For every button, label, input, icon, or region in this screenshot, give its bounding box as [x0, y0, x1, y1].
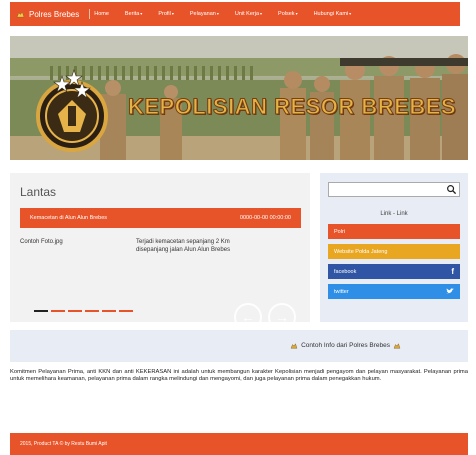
sidebar-link-facebook[interactable]: facebook f [328, 264, 460, 279]
slide-dot[interactable] [102, 310, 116, 312]
brand[interactable]: Polres Brebes [16, 10, 79, 19]
nav-divider [89, 9, 91, 19]
slide-description: Terjadi kemacetan sepanjang 2 Km disepan… [136, 239, 231, 253]
footer-text: 2015, Product TA © by Restu Bumi Apit [20, 441, 107, 447]
chevron-down-icon: ▾ [216, 11, 219, 16]
nav-item-label: Unit Kerja [234, 11, 260, 17]
search-icon[interactable] [446, 184, 457, 195]
sidebar-link-website-polda-jateng[interactable]: Website Polda Jateng [328, 244, 460, 259]
police-emblem-icon [393, 342, 401, 348]
police-emblem-icon [16, 10, 25, 17]
banner-title: KEPOLISIAN RESOR BREBES [127, 94, 457, 120]
footer: 2015, Product TA © by Restu Bumi Apit [10, 433, 468, 455]
page: Polres Brebes Home Berita▾ Profil▾ Pelayana… [0, 0, 476, 455]
arrow-left-icon: ← [241, 309, 255, 325]
slide-header[interactable]: Kemacetan di Alun Alun Brebes 0000-00-00… [20, 208, 301, 228]
sidebar-link-label: facebook [334, 268, 357, 275]
hero-banner: KEPOLISIAN RESOR BREBES [10, 36, 468, 160]
twitter-icon [446, 288, 454, 294]
slide-photo[interactable]: Contoh Foto.jpg [20, 239, 63, 245]
arrow-right-icon: → [275, 309, 289, 325]
sidebar: Link - Link Polri Website Polda Jateng fac… [320, 173, 468, 322]
nav-item-label: Profil [158, 11, 171, 17]
chevron-down-icon: ▾ [260, 11, 263, 16]
chevron-down-icon: ▾ [295, 11, 298, 16]
chevron-down-icon: ▾ [140, 11, 143, 16]
news-slider: Lantas Kemacetan di Alun Alun Brebes 000… [10, 173, 310, 331]
nav-item-profil[interactable]: Profil▾ [158, 11, 174, 17]
commitment-paragraph: Komitmen Pelayanan Prima, anti KKN dan a… [10, 369, 468, 382]
facebook-icon: f [451, 267, 454, 276]
info-content: Contoh Info dari Polres Brebes [287, 342, 404, 349]
nav-item-label: Berita [124, 11, 140, 17]
sidebar-link-label: Polri [334, 228, 346, 235]
slide-date: 0000-00-00 00:00:00 [239, 215, 291, 221]
police-emblem-icon [290, 342, 298, 348]
slide-dot[interactable] [119, 310, 133, 312]
chevron-down-icon: ▾ [171, 11, 174, 16]
nav-item-label: Polsek [278, 11, 295, 17]
slide-title: Kemacetan di Alun Alun Brebes [30, 215, 108, 221]
sidebar-link-twitter[interactable]: twitter [328, 284, 460, 299]
navbar: Polres Brebes Home Berita▾ Profil▾ Pelayana… [10, 2, 460, 26]
nav-item-polsek[interactable]: Polsek▾ [278, 11, 298, 17]
nav-menu: Home Berita▾ Profil▾ Pelayanan▾ Unit Kerja▾ P… [94, 11, 367, 17]
chevron-down-icon: ▾ [349, 11, 352, 16]
slide-dot[interactable] [68, 310, 82, 312]
sidebar-link-label: twitter [334, 288, 349, 295]
sidebar-link-label: Website Polda Jateng [334, 248, 388, 255]
slide-dot[interactable] [85, 310, 99, 312]
nav-item-label: Pelayanan [189, 11, 216, 17]
nav-item-hubungi-kami[interactable]: Hubungi Kami▾ [314, 11, 352, 17]
slide-dot[interactable] [34, 310, 48, 312]
sidebar-link-polri[interactable]: Polri [328, 224, 460, 239]
nav-item-label: Home [94, 11, 109, 17]
nav-item-label: Hubungi Kami [313, 11, 349, 17]
nav-item-unit-kerja[interactable]: Unit Kerja▾ [235, 11, 262, 17]
brand-name: Polres Brebes [29, 9, 80, 19]
search-box [328, 182, 460, 197]
info-text: Contoh Info dari Polres Brebes [301, 342, 390, 349]
nav-item-pelayanan[interactable]: Pelayanan▾ [190, 11, 219, 17]
nav-item-home[interactable]: Home [94, 11, 109, 17]
slide-dot[interactable] [51, 310, 65, 312]
nav-item-berita[interactable]: Berita▾ [125, 11, 142, 17]
prev-slide-button[interactable]: ← [234, 303, 262, 331]
news-category-title: Lantas [20, 185, 57, 199]
next-slide-button[interactable]: → [268, 303, 296, 331]
info-bar: Contoh Info dari Polres Brebes [10, 330, 468, 362]
links-heading: Link - Link [380, 211, 408, 217]
search-input[interactable] [329, 183, 447, 196]
slide-indicators [34, 310, 133, 312]
